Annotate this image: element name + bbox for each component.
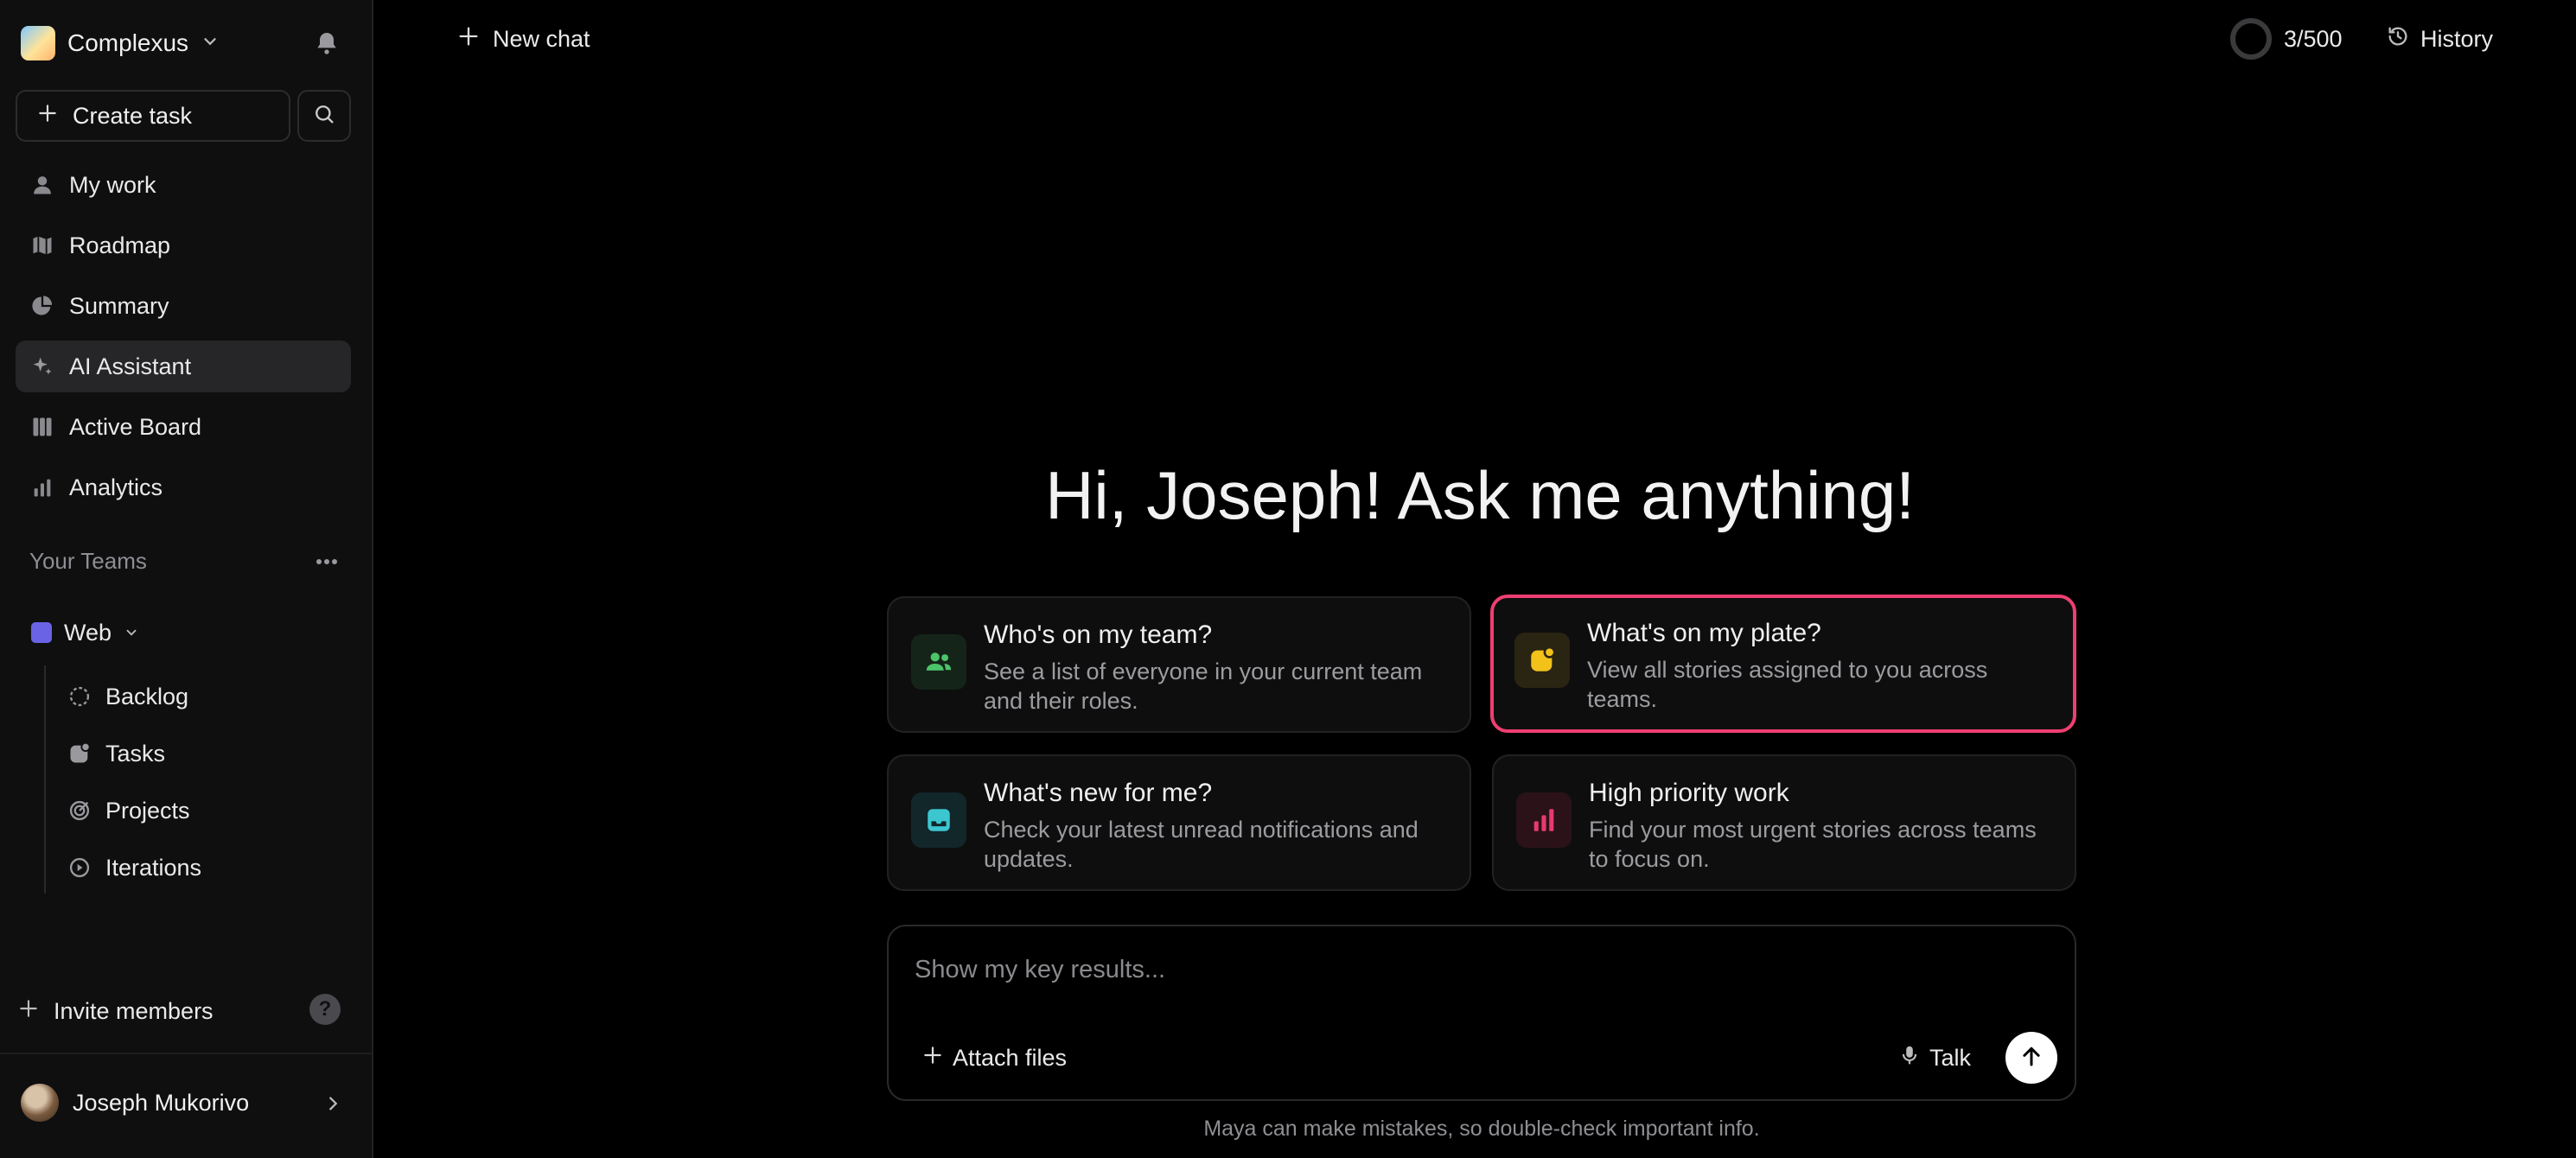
suggestion-card-new[interactable]: What's new for me? Check your latest unr… <box>887 754 1471 891</box>
chevron-down-icon <box>201 32 220 55</box>
dashed-circle-icon <box>66 683 93 710</box>
arrow-up-icon <box>2018 1043 2044 1073</box>
plate-icon <box>1514 633 1570 688</box>
bell-icon[interactable] <box>309 26 344 60</box>
suggestion-card-team[interactable]: Who's on my team? See a list of everyone… <box>887 596 1471 733</box>
nav-label: Summary <box>69 292 169 319</box>
user-profile[interactable]: Joseph Mukorivo <box>21 1084 249 1122</box>
nav-label: My work <box>69 171 156 198</box>
nav-my-work[interactable]: My work <box>16 159 351 211</box>
target-icon <box>66 797 93 824</box>
card-description: See a list of everyone in your current t… <box>984 659 1423 714</box>
team-item-label: Iterations <box>105 854 202 881</box>
plus-icon <box>921 1044 944 1072</box>
nav-label: AI Assistant <box>69 353 192 379</box>
avatar <box>21 1084 59 1122</box>
disclaimer-text: Maya can make mistakes, so double-check … <box>1203 1117 1760 1141</box>
chevron-down-icon <box>124 620 139 646</box>
usage-quota: 3/500 <box>2230 17 2343 60</box>
map-icon <box>28 231 57 260</box>
priority-icon <box>1516 792 1572 848</box>
team-item-projects[interactable]: Projects <box>66 793 190 828</box>
card-title: Who's on my team? <box>984 620 1213 649</box>
chat-composer: Attach files Talk <box>887 925 2076 1101</box>
workspace-logo <box>21 26 55 60</box>
user-name: Joseph Mukorivo <box>73 1089 250 1116</box>
talk-label: Talk <box>1929 1044 1972 1071</box>
nav-analytics[interactable]: Analytics <box>16 461 351 513</box>
users-icon <box>911 634 966 690</box>
create-task-button[interactable]: Create task <box>16 90 290 142</box>
tasks-icon <box>66 740 93 767</box>
card-title: What's on my plate? <box>1587 619 1821 647</box>
person-icon <box>28 170 57 200</box>
workspace-switcher[interactable]: Complexus <box>21 24 220 62</box>
team-item-tasks[interactable]: Tasks <box>66 736 165 771</box>
attach-files-button[interactable]: Attach files <box>921 1040 1067 1075</box>
greeting-heading: Hi, Joseph! Ask me anything! <box>1045 457 1915 533</box>
sidebar: Complexus Create task My work Roadmap Su… <box>0 0 373 1158</box>
attach-label: Attach files <box>953 1044 1068 1071</box>
usage-count: 3/500 <box>2284 25 2343 52</box>
microphone-icon <box>1898 1044 1921 1072</box>
card-description: View all stories assigned to you across … <box>1587 657 1988 712</box>
more-icon[interactable] <box>311 546 342 577</box>
nav-roadmap[interactable]: Roadmap <box>16 220 351 271</box>
create-task-label: Create task <box>73 102 193 129</box>
inbox-icon <box>911 792 966 848</box>
nav-label: Analytics <box>69 474 163 500</box>
search-icon <box>312 102 336 130</box>
card-description: Check your latest unread notifications a… <box>984 817 1419 872</box>
history-label: History <box>2420 25 2494 52</box>
plus-icon <box>456 24 481 54</box>
help-button[interactable]: ? <box>309 994 341 1025</box>
nav-active-board[interactable]: Active Board <box>16 401 351 453</box>
chat-input[interactable] <box>915 951 2038 989</box>
card-description: Find your most urgent stories across tea… <box>1589 817 2037 872</box>
nav-ai-assistant[interactable]: AI Assistant <box>16 340 351 392</box>
tree-line <box>44 665 46 894</box>
plus-icon <box>17 997 40 1026</box>
new-chat-button[interactable]: New chat <box>456 21 590 57</box>
team-item-iterations[interactable]: Iterations <box>66 850 201 885</box>
team-item-label: Backlog <box>105 683 189 709</box>
suggestion-card-priority[interactable]: High priority work Find your most urgent… <box>1492 754 2076 891</box>
team-item-label: Projects <box>105 797 190 824</box>
team-name: Web <box>64 619 112 646</box>
card-title: High priority work <box>1589 779 1789 807</box>
board-icon <box>28 412 57 442</box>
pie-chart-icon <box>28 291 57 321</box>
search-button[interactable] <box>297 90 351 142</box>
invite-members-button[interactable]: Invite members <box>17 994 214 1028</box>
play-circle-icon <box>66 854 93 881</box>
nav-label: Active Board <box>69 413 202 440</box>
workspace-name: Complexus <box>67 29 189 56</box>
nav-label: Roadmap <box>69 232 171 258</box>
teams-label: Your Teams <box>29 548 147 574</box>
history-icon <box>2386 24 2410 54</box>
team-web[interactable]: Web <box>31 615 139 650</box>
nav-summary[interactable]: Summary <box>16 280 351 332</box>
bar-chart-icon <box>28 473 57 502</box>
usage-ring <box>2230 18 2272 60</box>
talk-button[interactable]: Talk <box>1898 1040 1971 1075</box>
team-item-backlog[interactable]: Backlog <box>66 679 188 714</box>
send-button[interactable] <box>2005 1032 2057 1084</box>
suggestion-card-plate[interactable]: What's on my plate? View all stories ass… <box>1490 595 2076 733</box>
chevron-right-icon[interactable] <box>320 1091 346 1117</box>
history-button[interactable]: History <box>2386 21 2493 57</box>
team-item-label: Tasks <box>105 740 166 767</box>
plus-icon <box>36 102 59 130</box>
new-chat-label: New chat <box>493 25 590 52</box>
sparkles-icon <box>28 352 57 381</box>
card-title: What's new for me? <box>984 779 1213 807</box>
invite-label: Invite members <box>54 997 214 1024</box>
divider <box>0 1053 373 1054</box>
team-color-swatch <box>31 622 52 643</box>
